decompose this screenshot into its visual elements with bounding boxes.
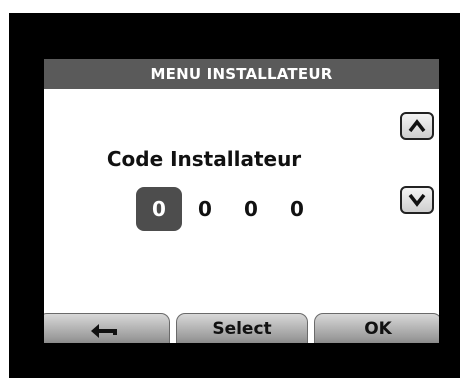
code-digit-3[interactable]: 0 (228, 187, 274, 231)
select-button[interactable]: Select (176, 313, 308, 343)
back-arrow-icon (91, 323, 117, 338)
increment-button[interactable] (400, 112, 434, 140)
decrement-button[interactable] (400, 186, 434, 214)
back-button[interactable] (44, 313, 170, 343)
code-digit-2[interactable]: 0 (182, 187, 228, 231)
ok-button[interactable]: OK (314, 313, 439, 343)
chevron-down-icon (408, 193, 426, 207)
code-digit-4[interactable]: 0 (274, 187, 320, 231)
code-digits: 0 0 0 0 (136, 187, 320, 231)
code-digit-1[interactable]: 0 (136, 187, 182, 231)
display-screen: MENU INSTALLATEUR Code Installateur 0 0 … (44, 59, 439, 343)
code-label: Code Installateur (106, 147, 302, 171)
page-title: MENU INSTALLATEUR (44, 59, 439, 89)
softkey-bar: Select OK (44, 313, 439, 343)
chevron-up-icon (408, 119, 426, 133)
